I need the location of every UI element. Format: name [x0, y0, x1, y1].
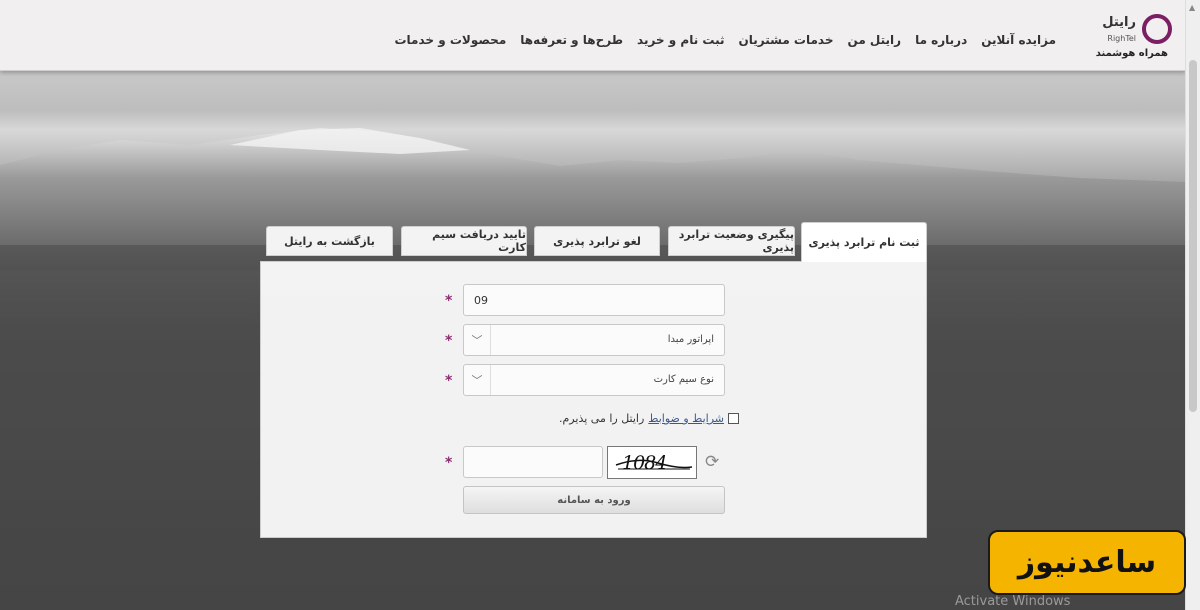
chevron-down-icon[interactable]: ﹀	[464, 365, 491, 395]
activate-windows-overlay: Activate Windows	[955, 594, 1071, 609]
site-header: رایتل RighTel همراه هوشمند محصولات و خدم…	[0, 0, 1186, 71]
logo-ring-icon	[1142, 14, 1172, 44]
source-operator-select[interactable]: اپراتور مبدا ﹀	[463, 324, 725, 356]
nav-online-auction[interactable]: مزایده آنلاین	[981, 33, 1056, 47]
tab-return-to-rightel[interactable]: بازگشت به رایتل	[266, 226, 393, 256]
nav-products[interactable]: محصولات و خدمات	[394, 33, 506, 47]
select-value: اپراتور مبدا	[667, 334, 714, 345]
required-marker: *	[445, 333, 453, 349]
phone-input[interactable]	[464, 285, 724, 315]
chevron-down-icon[interactable]: ﹀	[464, 325, 491, 355]
tab-cancel-portability[interactable]: لغو ترابرد پذیری	[534, 226, 660, 256]
terms-text: رایتل را می پذیرم.	[559, 412, 645, 425]
sim-type-select[interactable]: نوع سیم کارت ﹀	[463, 364, 725, 396]
phone-field[interactable]	[463, 284, 725, 316]
terms-checkbox[interactable]	[728, 413, 740, 424]
scroll-thumb[interactable]	[1189, 60, 1197, 412]
nav-my-rightel[interactable]: رایتل من	[848, 33, 902, 47]
portability-tabs: ثبت نام ترابرد پذیری پیگیری وضعیت ترابرد…	[266, 222, 927, 262]
registration-form: * * اپراتور مبدا ﹀ * نوع سیم کارت ﹀ شرای…	[260, 261, 927, 538]
logo-name: رایتل	[1102, 15, 1136, 30]
logo-name-en: RighTel	[1107, 34, 1136, 43]
tab-confirm-sim-receipt[interactable]: تایید دریافت سیم کارت	[401, 226, 527, 256]
captcha-text: 1084	[622, 452, 667, 474]
tab-track-portability[interactable]: پیگیری وضعیت ترابرد پذیری	[668, 226, 795, 256]
login-button[interactable]: ورود به سامانه	[463, 486, 725, 514]
watermark-text: ساعدنیوز	[1017, 545, 1157, 580]
scroll-up-icon[interactable]: ▲	[1189, 3, 1195, 12]
captcha-field[interactable]	[463, 446, 606, 479]
saednews-watermark: ساعدنیوز	[988, 530, 1186, 595]
captcha-image: 1084	[607, 446, 697, 479]
nav-customer-services[interactable]: خدمات مشتریان	[739, 33, 834, 47]
main-nav: محصولات و خدمات طرح‌ها و تعرفه‌ها ثبت نا…	[394, 33, 1056, 47]
nav-plans[interactable]: طرح‌ها و تعرفه‌ها	[520, 33, 623, 47]
terms-row: شرایط و ضوابط رایتل را می پذیرم.	[559, 412, 740, 425]
captcha-input[interactable]	[464, 447, 606, 479]
page-scrollbar[interactable]: ▲	[1185, 0, 1200, 610]
required-marker: *	[445, 293, 453, 309]
select-value: نوع سیم کارت	[653, 374, 714, 385]
nav-about[interactable]: درباره ما	[915, 33, 967, 47]
refresh-captcha-icon[interactable]: ⟳	[705, 452, 719, 472]
terms-link[interactable]: شرایط و ضوابط	[648, 412, 724, 425]
tab-register-portability[interactable]: ثبت نام ترابرد پذیری	[801, 222, 927, 262]
nav-register-buy[interactable]: ثبت نام و خرید	[637, 33, 724, 47]
required-marker: *	[445, 373, 453, 389]
rightel-logo[interactable]: رایتل RighTel همراه هوشمند	[1091, 12, 1176, 62]
required-marker: *	[445, 455, 453, 471]
logo-slogan: همراه هوشمند	[1095, 48, 1168, 59]
